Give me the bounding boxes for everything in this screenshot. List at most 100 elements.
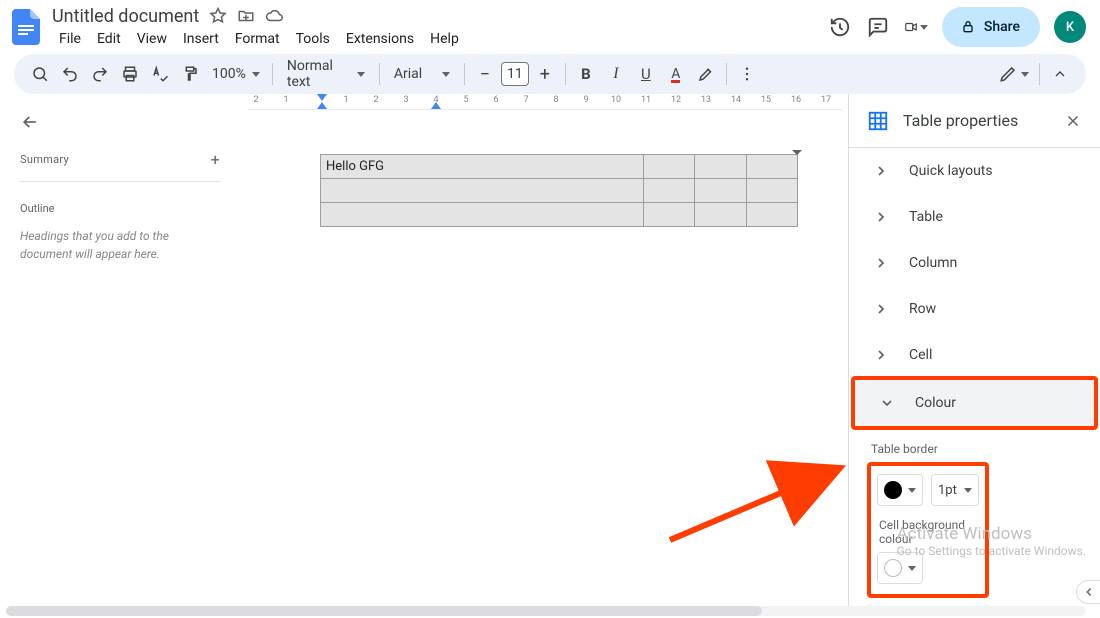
table-cell[interactable] [695, 203, 746, 227]
chevron-right-icon [871, 347, 891, 363]
style-value: Normal text [287, 58, 345, 90]
meet-icon[interactable] [904, 15, 928, 39]
section-label: Cell [909, 347, 932, 363]
comments-icon[interactable] [866, 15, 890, 39]
chevron-down-icon [252, 72, 260, 77]
section-row[interactable]: Row [849, 286, 1100, 332]
move-icon[interactable] [237, 7, 255, 25]
table-cell[interactable] [746, 155, 797, 179]
table-cell[interactable] [321, 203, 644, 227]
zoom-select[interactable]: 100% [206, 66, 266, 82]
table-border-label: Table border [849, 428, 1100, 464]
section-label: Table [909, 209, 943, 225]
white-swatch-icon [884, 559, 902, 577]
paragraph-style-select[interactable]: Normal text [279, 60, 373, 88]
menu-view[interactable]: View [130, 30, 174, 48]
increase-font-size-button[interactable]: + [531, 60, 559, 88]
docs-logo-icon[interactable] [8, 9, 44, 45]
outline-back-button[interactable] [20, 112, 220, 132]
more-tools-button[interactable] [733, 60, 761, 88]
bold-button[interactable]: B [572, 60, 600, 88]
chevron-down-icon [877, 395, 897, 411]
panel-title: Table properties [903, 111, 1050, 130]
document-title[interactable]: Untitled document [52, 6, 199, 27]
section-label: Colour [915, 395, 956, 411]
table-cell[interactable] [695, 155, 746, 179]
toolbar: 100% Normal text Arial − 11 + B I U A [14, 54, 1086, 94]
chevron-right-icon [871, 255, 891, 271]
share-button[interactable]: Share [942, 7, 1040, 47]
search-icon[interactable] [26, 60, 54, 88]
table-cell[interactable] [746, 179, 797, 203]
cloud-status-icon[interactable] [265, 7, 283, 25]
scrollbar-thumb[interactable] [6, 606, 762, 616]
table-cell[interactable] [321, 179, 644, 203]
table-properties-icon [867, 110, 889, 132]
outline-section-label: Outline [20, 202, 220, 215]
section-label: Column [909, 255, 957, 271]
table-cell[interactable]: Hello GFG [321, 155, 644, 179]
underline-button[interactable]: U [632, 60, 660, 88]
section-table[interactable]: Table [849, 194, 1100, 240]
collapse-toolbar-button[interactable] [1046, 60, 1074, 88]
table-properties-panel: Table properties Quick layouts Table Col… [848, 94, 1100, 608]
chevron-right-icon [871, 301, 891, 317]
horizontal-ruler[interactable]: 211234567891011121314151617 [248, 94, 842, 110]
document-table[interactable]: Hello GFG [320, 154, 798, 227]
menu-format[interactable]: Format [228, 30, 287, 48]
table-handle-icon[interactable] [792, 147, 802, 157]
menu-file[interactable]: File [52, 30, 88, 48]
close-panel-button[interactable] [1064, 112, 1082, 130]
font-family-select[interactable]: Arial [386, 60, 458, 88]
spellcheck-icon[interactable] [146, 60, 174, 88]
horizontal-scrollbar[interactable] [6, 606, 1086, 616]
history-icon[interactable] [828, 15, 852, 39]
print-icon[interactable] [116, 60, 144, 88]
outline-summary-label: Summary [20, 153, 69, 166]
section-cell[interactable]: Cell [849, 332, 1100, 378]
watermark-heading: Activate Windows [897, 524, 1086, 544]
account-avatar[interactable]: K [1054, 11, 1086, 43]
section-quick-layouts[interactable]: Quick layouts [849, 148, 1100, 194]
table-cell[interactable] [643, 155, 694, 179]
menu-edit[interactable]: Edit [90, 30, 128, 48]
chevron-down-icon [1021, 72, 1029, 77]
highlight-color-button[interactable] [692, 60, 720, 88]
table-cell[interactable] [695, 179, 746, 203]
title-bar: Untitled document File Edit View Insert … [0, 0, 1100, 54]
editing-mode-select[interactable] [995, 65, 1033, 83]
section-column[interactable]: Column [849, 240, 1100, 286]
text-color-button[interactable]: A [662, 60, 690, 88]
paint-format-icon[interactable] [176, 60, 204, 88]
star-icon[interactable] [209, 7, 227, 25]
table-cell[interactable] [643, 179, 694, 203]
italic-button[interactable]: I [602, 60, 630, 88]
chevron-right-icon [871, 209, 891, 225]
border-width-value: 1pt [938, 483, 957, 498]
table-cell[interactable] [643, 203, 694, 227]
document-canvas[interactable]: 211234567891011121314151617 Hello GFG [240, 94, 848, 608]
border-width-select[interactable]: 1pt [931, 474, 979, 506]
menu-tools[interactable]: Tools [289, 30, 337, 48]
chevron-right-icon [871, 163, 891, 179]
menu-help[interactable]: Help [423, 30, 466, 48]
undo-icon[interactable] [56, 60, 84, 88]
chevron-down-icon [964, 488, 972, 493]
font-size-input[interactable]: 11 [501, 62, 529, 86]
windows-activation-watermark: Activate Windows Go to Settings to activ… [897, 524, 1086, 558]
menu-extensions[interactable]: Extensions [339, 30, 421, 48]
section-colour[interactable]: Colour [855, 380, 1094, 426]
add-summary-button[interactable]: + [211, 150, 220, 169]
chevron-down-icon [908, 566, 916, 571]
menu-bar: File Edit View Insert Format Tools Exten… [52, 28, 824, 50]
outline-empty-hint: Headings that you add to the document wi… [20, 227, 220, 263]
redo-icon[interactable] [86, 60, 114, 88]
chevron-down-icon [442, 72, 450, 77]
document-page: Hello GFG [320, 114, 848, 608]
table-cell[interactable] [746, 203, 797, 227]
side-panel-toggle[interactable] [1076, 580, 1100, 604]
menu-insert[interactable]: Insert [176, 30, 226, 48]
border-color-select[interactable] [877, 474, 923, 506]
decrease-font-size-button[interactable]: − [471, 60, 499, 88]
font-value: Arial [394, 66, 422, 82]
